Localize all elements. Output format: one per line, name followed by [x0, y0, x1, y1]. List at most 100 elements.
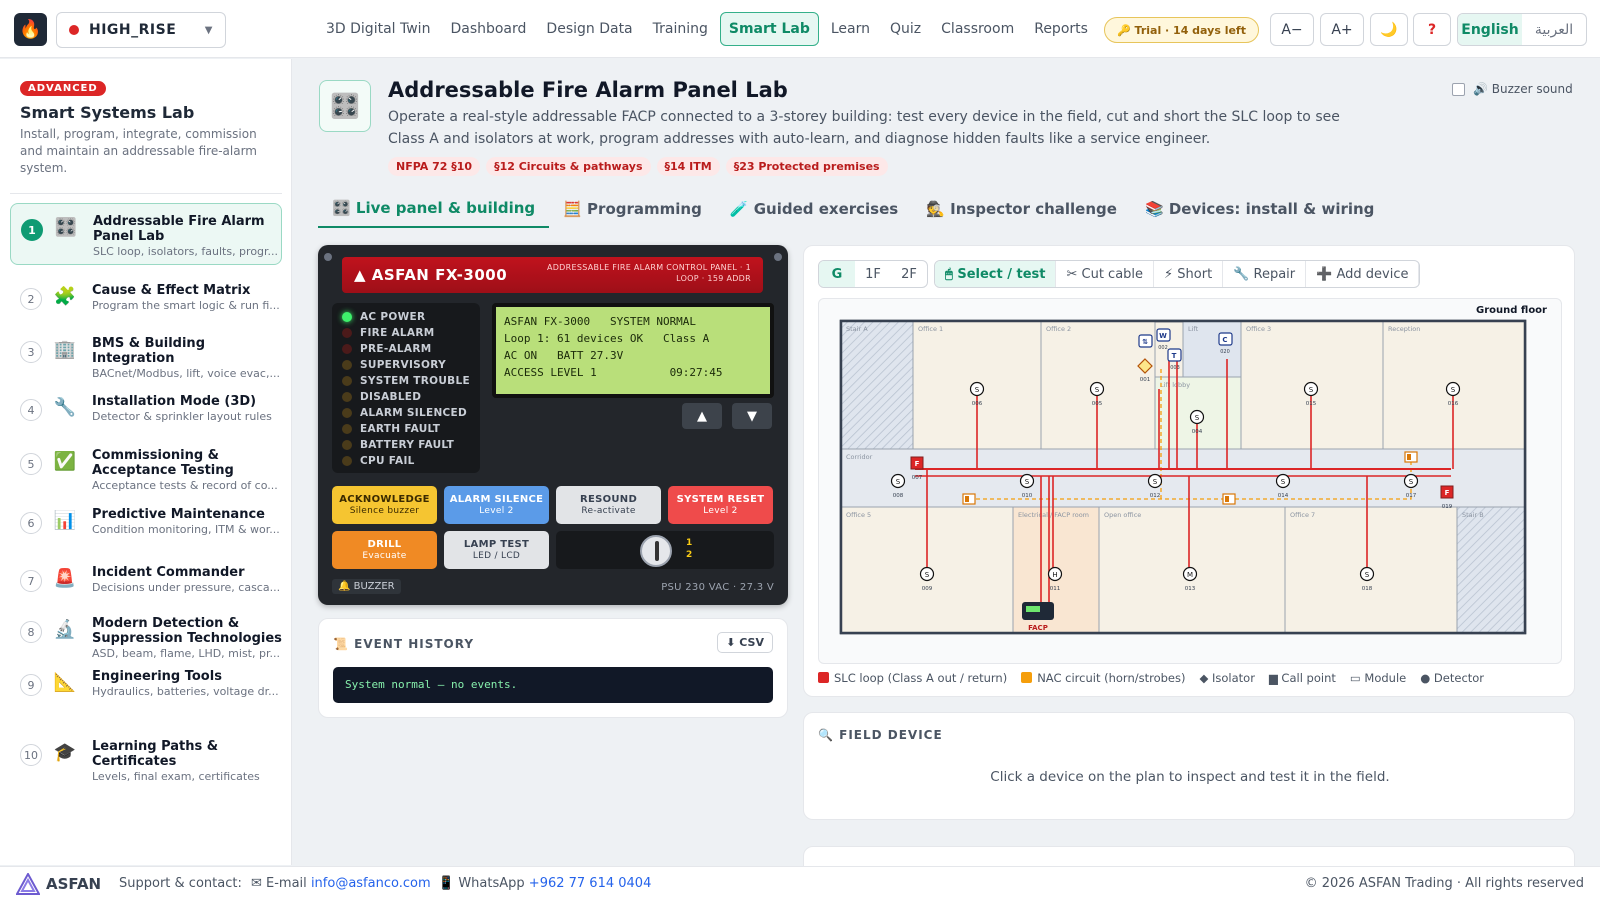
tab-3[interactable]: 🧪 Guided exercises: [716, 190, 912, 228]
led-earth-fault: EARTH FAULT: [342, 421, 480, 437]
led-label: DISABLED: [360, 391, 422, 403]
detector-symbol: S: [1153, 478, 1158, 486]
scroll-down-button[interactable]: ▼: [732, 403, 772, 429]
nav-dashboard[interactable]: Dashboard: [442, 12, 534, 46]
project-selector[interactable]: HIGH_RISE ▼: [56, 12, 226, 48]
tab-5[interactable]: 📚 Devices: install & wiring: [1131, 190, 1388, 228]
page-title: Addressable Fire Alarm Panel Lab: [388, 78, 788, 102]
tool-add-device[interactable]: ➕ Add device: [1306, 261, 1420, 287]
lab-icon: 🎛️: [319, 80, 371, 132]
module-subtitle: Levels, final exam, certificates: [92, 770, 260, 783]
trial-badge[interactable]: 🔑 Trial · 14 days left: [1104, 17, 1259, 43]
sidebar-module-1[interactable]: 1 🎛️ Addressable Fire Alarm Panel Lab SLC l…: [10, 203, 282, 265]
module-title: Incident Commander: [92, 565, 245, 580]
sidebar-module-4[interactable]: 4 🔧 Installation Mode (3D) Detector & sprin…: [10, 384, 282, 446]
led-disabled: DISABLED: [342, 389, 480, 405]
email-link[interactable]: info@asfanco.com: [311, 876, 431, 891]
tool-short[interactable]: ⚡ Short: [1154, 261, 1224, 287]
sidebar-module-5[interactable]: 5 ✅ Commissioning & Acceptance Testing Acce…: [10, 438, 282, 500]
scroll-up-button[interactable]: ▲: [682, 403, 722, 429]
event-history-card: 📜 EVENT HISTORY ⬇ CSV System normal — no…: [318, 618, 788, 718]
module-icon: 🎛️: [54, 217, 78, 238]
device-address: 016: [1448, 401, 1459, 407]
panel-btn-system-reset[interactable]: SYSTEM RESET Level 2: [668, 486, 773, 524]
copyright: © 2026 ASFAN Trading · All rights reserv…: [1304, 876, 1584, 891]
module-title: Predictive Maintenance: [92, 507, 265, 522]
detector-symbol: H: [1052, 571, 1057, 579]
event-history-title: 📜 EVENT HISTORY: [333, 637, 475, 651]
floor-1f[interactable]: 1F: [855, 261, 891, 287]
panel-subtitle: ADDRESSABLE FIRE ALARM CONTROL PANEL · 1…: [547, 262, 751, 284]
panel-btn-resound[interactable]: RESOUND Re-activate: [556, 486, 661, 524]
floor-g[interactable]: G: [819, 261, 855, 287]
buzzer-checkbox[interactable]: [1452, 82, 1465, 96]
help-icon[interactable]: ?: [1413, 13, 1451, 46]
standard-tag: §14 ITM: [656, 157, 720, 176]
led-light: [342, 376, 352, 386]
led-column: AC POWER FIRE ALARM PRE-ALARM SUPERVISORY SY…: [332, 303, 480, 473]
buzzer-label: 🔊 Buzzer sound: [1473, 82, 1573, 96]
tool-select[interactable]: 🖱 Select / test: [935, 261, 1057, 287]
font-decrease-button[interactable]: A−: [1270, 13, 1314, 46]
nav-reports[interactable]: Reports: [1026, 12, 1096, 46]
legend-item: NAC circuit (horn/strobes): [1021, 671, 1186, 685]
nav-smart-lab[interactable]: Smart Lab: [719, 12, 819, 46]
plan-legend: SLC loop (Class A out / return) NAC circu…: [818, 671, 1484, 685]
access-key-switch[interactable]: [640, 535, 672, 567]
floor-2f[interactable]: 2F: [891, 261, 927, 287]
tool-repair[interactable]: 🔧 Repair: [1223, 261, 1307, 287]
led-fire-alarm: FIRE ALARM: [342, 325, 480, 341]
led-label: ALARM SILENCED: [360, 407, 468, 419]
key-pos-2: 2: [686, 550, 693, 560]
module-icon: 🔧: [53, 397, 77, 418]
panel-btn-drill[interactable]: DRILL Evacuate: [332, 531, 437, 569]
device-address: 001: [1140, 377, 1151, 383]
module-title: Cause & Effect Matrix: [92, 283, 251, 298]
tool-cut-cable[interactable]: ✂ Cut cable: [1056, 261, 1155, 287]
page-description: Operate a real-style addressable FACP co…: [388, 109, 1340, 147]
sidebar-module-9[interactable]: 9 📐 Engineering Tools Hydraulics, batteries…: [10, 659, 282, 721]
module-icon: 🎓: [53, 742, 77, 763]
nav-learn[interactable]: Learn: [823, 12, 878, 46]
detector-symbol: S: [975, 386, 980, 394]
button-label: ALARM SILENCE: [449, 494, 544, 505]
room: [840, 320, 914, 450]
led-light: [342, 392, 352, 402]
module-subtitle: Acceptance tests & record of co...: [92, 479, 278, 492]
lang-arabic[interactable]: العربية: [1522, 14, 1586, 45]
dark-mode-icon[interactable]: 🌙: [1370, 13, 1408, 46]
lang-english[interactable]: English: [1458, 14, 1522, 45]
module-icon: 📊: [53, 510, 77, 531]
legend-label: SLC loop (Class A out / return): [834, 671, 1008, 685]
panel-btn-acknowledge[interactable]: ACKNOWLEDGE Silence buzzer: [332, 486, 437, 524]
panel-btn-alarm-silence[interactable]: ALARM SILENCE Level 2: [444, 486, 549, 524]
panel-btn-lamp-test[interactable]: LAMP TEST LED / LCD: [444, 531, 549, 569]
tab-2[interactable]: 🧮 Programming: [549, 190, 716, 228]
led-battery-fault: BATTERY FAULT: [342, 437, 480, 453]
tab-4[interactable]: 🕵️ Inspector challenge: [912, 190, 1131, 228]
room-label: Corridor: [846, 453, 873, 461]
nav-training[interactable]: Training: [645, 12, 716, 46]
fire-logo-icon[interactable]: 🔥: [14, 13, 47, 46]
sidebar-module-3[interactable]: 3 🏢 BMS & Building Integration BACnet/Modbu…: [10, 326, 282, 388]
sidebar-module-10[interactable]: 10 🎓 Learning Paths & Certificates Levels, …: [10, 729, 282, 791]
detector-symbol: S: [896, 478, 901, 486]
sidebar-module-6[interactable]: 6 📊 Predictive Maintenance Condition monito…: [10, 497, 282, 559]
led-light: [342, 360, 352, 370]
export-csv-button[interactable]: ⬇ CSV: [717, 632, 773, 653]
font-increase-button[interactable]: A+: [1320, 13, 1364, 46]
whatsapp-link[interactable]: +962 77 614 0404: [529, 876, 652, 891]
floor-selector: G 1F 2F: [818, 260, 928, 288]
facp-screen: [1026, 606, 1040, 612]
key-positions: 1 2: [686, 537, 692, 561]
detector-symbol: S: [1281, 478, 1286, 486]
nav-quiz[interactable]: Quiz: [882, 12, 929, 46]
buzzer-toggle[interactable]: 🔊 Buzzer sound: [1452, 82, 1573, 96]
nav-design-data[interactable]: Design Data: [538, 12, 640, 46]
nav-3d-digital-twin[interactable]: 3D Digital Twin: [318, 12, 438, 46]
standard-tag: NFPA 72 §10: [388, 157, 481, 176]
room-label: Office 3: [1246, 325, 1271, 333]
nav-classroom[interactable]: Classroom: [933, 12, 1022, 46]
standard-tag: §23 Protected premises: [725, 157, 888, 176]
tab-1[interactable]: 🎛️ Live panel & building: [318, 190, 550, 228]
